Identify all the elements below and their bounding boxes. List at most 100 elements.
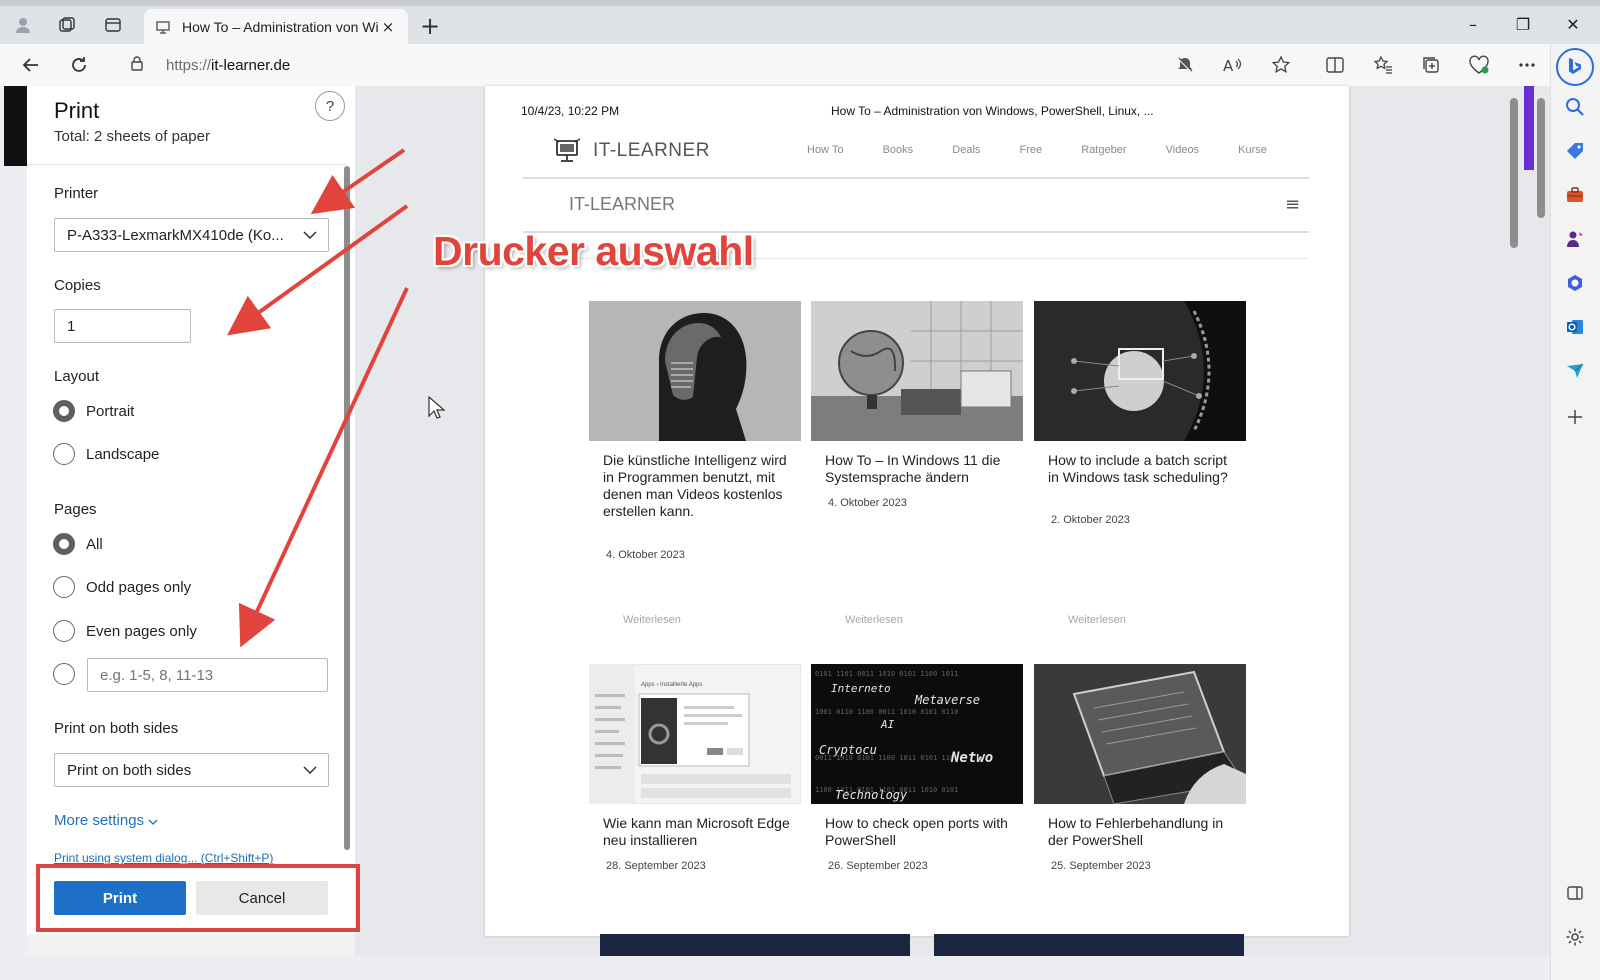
page-accent-bar — [1524, 86, 1534, 170]
print-header-title: How To – Administration von Windows, Pow… — [831, 104, 1154, 118]
close-window-button[interactable]: ✕ — [1550, 8, 1596, 40]
duplex-value: Print on both sides — [67, 761, 192, 779]
code-word: Interneto — [831, 682, 891, 695]
portrait-radio[interactable] — [53, 400, 75, 422]
card-title: How To – In Windows 11 die Systemsprache… — [825, 452, 1001, 485]
pages-custom-radio[interactable] — [53, 663, 75, 685]
annotation-label: Drucker auswahl — [433, 228, 754, 274]
read-more-link: Weiterlesen — [1068, 614, 1126, 626]
pages-even-label: Even pages only — [86, 623, 197, 640]
lock-icon[interactable] — [130, 55, 154, 75]
settings-gear-icon[interactable] — [1558, 920, 1592, 954]
back-arrow-icon[interactable] — [14, 48, 48, 82]
card-date: 25. September 2023 — [1051, 860, 1151, 872]
card-title: How to check open ports with PowerShell — [825, 815, 1008, 848]
read-aloud-icon[interactable]: A — [1216, 48, 1250, 82]
dialog-scrollbar[interactable] — [344, 166, 350, 850]
site-navigation: How To Books Deals Free Ratgeber Videos … — [807, 144, 1267, 156]
outlook-icon[interactable] — [1558, 310, 1592, 344]
pages-odd-radio[interactable] — [53, 576, 75, 598]
microsoft-365-icon[interactable] — [1558, 266, 1592, 300]
portrait-label: Portrait — [86, 403, 135, 420]
more-options-icon[interactable] — [1510, 48, 1544, 82]
nav-item: Free — [1019, 144, 1043, 156]
pages-even-radio[interactable] — [53, 620, 75, 642]
duplex-select[interactable]: Print on both sides — [54, 753, 329, 787]
copies-label: Copies — [54, 277, 101, 294]
site-logo-icon — [551, 136, 583, 166]
browser-essentials-icon[interactable] — [1462, 48, 1496, 82]
drop-icon[interactable] — [1558, 354, 1592, 388]
next-page-preview-strip — [600, 934, 910, 956]
chevron-down-icon — [292, 231, 328, 239]
pages-label: Pages — [54, 501, 97, 518]
help-button[interactable]: ? — [315, 91, 345, 121]
more-settings-link[interactable]: More settings — [54, 812, 158, 829]
dialog-bottom-area — [27, 934, 355, 956]
code-word: Technology — [835, 788, 908, 802]
pages-all-label: All — [86, 536, 103, 553]
pages-all-radio[interactable] — [53, 533, 75, 555]
bing-chat-icon[interactable] — [1556, 48, 1594, 86]
tracking-prevention-icon[interactable] — [1168, 48, 1202, 82]
preview-page: 10/4/23, 10:22 PM How To – Administratio… — [485, 86, 1349, 936]
duplex-label: Print on both sides — [54, 720, 179, 737]
shopping-tag-icon[interactable] — [1558, 134, 1592, 168]
tab-title: How To – Administration von Wi — [182, 18, 378, 35]
printer-label: Printer — [54, 185, 99, 202]
dialog-title: Print — [54, 98, 100, 123]
card-title: How to include a batch script in Windows… — [1048, 452, 1228, 485]
printer-value: P-A333-LexmarkMX410de (Ko... — [67, 226, 284, 244]
profile-icon[interactable] — [6, 8, 40, 42]
add-sidebar-app-icon[interactable] — [1558, 400, 1592, 434]
new-tab-button[interactable]: + — [414, 10, 446, 42]
site-favicon-icon — [154, 18, 172, 36]
nav-item: Videos — [1165, 144, 1200, 156]
copies-input[interactable]: 1 — [54, 309, 191, 343]
printer-select[interactable]: P-A333-LexmarkMX410de (Ko... — [54, 218, 329, 252]
address-bar[interactable]: https://it-learner.de — [116, 49, 1296, 81]
favorites-icon[interactable] — [1366, 48, 1400, 82]
browser-tab-active[interactable]: How To – Administration von Wi × — [144, 9, 408, 44]
hamburger-menu-icon: ≡ — [1285, 194, 1301, 215]
highlight-box — [36, 864, 360, 932]
card-date: 28. September 2023 — [606, 860, 706, 872]
vertical-tabs-icon[interactable] — [96, 8, 130, 42]
landscape-radio[interactable] — [53, 443, 75, 465]
workspaces-icon[interactable] — [50, 8, 84, 42]
nav-item: How To — [807, 144, 844, 156]
mouse-cursor-icon — [428, 395, 446, 420]
collections-icon[interactable] — [1414, 48, 1448, 82]
search-icon[interactable] — [1558, 90, 1592, 124]
svg-text:1001 0110 1100 0011 1010 0101: 1001 0110 1100 0011 1010 0101 0110 — [815, 708, 958, 716]
games-icon[interactable] — [1558, 222, 1592, 256]
code-word: AI — [880, 718, 895, 731]
hide-sidebar-icon[interactable] — [1558, 876, 1592, 910]
nav-item: Deals — [952, 144, 981, 156]
refresh-icon[interactable] — [62, 48, 96, 82]
landscape-label: Landscape — [86, 446, 160, 463]
split-screen-icon[interactable] — [1318, 48, 1352, 82]
screenshot-breadcrumb: Apps › Installierte Apps — [641, 682, 702, 688]
more-settings-label: More settings — [54, 812, 145, 829]
pages-range-input[interactable] — [87, 658, 328, 692]
card-image-code-words: 0101 1101 0011 1010 0101 1100 1011 1001 … — [811, 664, 1023, 804]
page-scrollbar[interactable] — [1537, 98, 1545, 218]
chevron-down-icon — [292, 766, 328, 774]
nav-item: Kurse — [1238, 144, 1267, 156]
preview-scrollbar[interactable] — [1510, 98, 1518, 248]
tools-icon[interactable] — [1558, 178, 1592, 212]
chevron-down-icon — [148, 812, 158, 829]
code-word: Netwo — [950, 750, 993, 766]
restore-button[interactable]: ❐ — [1500, 8, 1546, 40]
favorite-star-icon[interactable] — [1264, 48, 1298, 82]
card-date: 4. Oktober 2023 — [606, 549, 685, 561]
minimize-button[interactable]: – — [1450, 8, 1496, 40]
system-dialog-link[interactable]: Print using system dialog... (Ctrl+Shift… — [54, 851, 273, 865]
pages-odd-label: Odd pages only — [86, 579, 192, 596]
header-divider — [523, 177, 1309, 179]
tab-close-icon[interactable]: × — [378, 18, 398, 36]
next-page-preview-strip — [934, 934, 1244, 956]
card-title: Wie kann man Microsoft Edge neu installi… — [603, 815, 790, 848]
dialog-edge-accent — [4, 86, 27, 166]
